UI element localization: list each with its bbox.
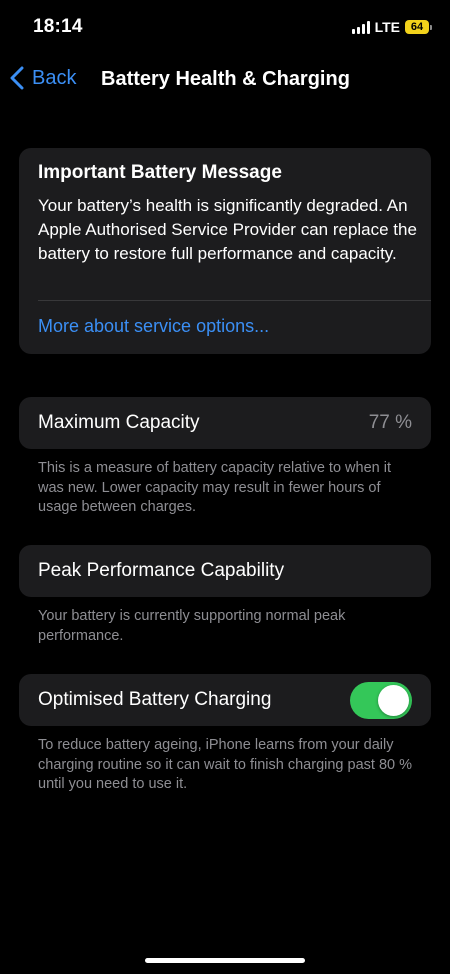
optimised-charging-toggle[interactable] [350, 682, 412, 719]
chevron-left-icon [10, 66, 24, 90]
peak-performance-label: Peak Performance Capability [38, 560, 285, 581]
battery-cap [430, 24, 432, 30]
status-indicators: LTE 64 [351, 19, 432, 35]
optimised-charging-note: To reduce battery ageing, iPhone learns … [38, 737, 412, 792]
service-options-link[interactable]: More about service options... [38, 316, 269, 337]
navigation-bar: Back Battery Health & Charging [0, 56, 450, 104]
peak-performance-row[interactable]: Peak Performance Capability [19, 545, 431, 597]
message-divider [38, 300, 431, 301]
battery-level: 64 [405, 20, 429, 34]
home-indicator[interactable] [145, 958, 305, 963]
page-title: Battery Health & Charging [101, 68, 350, 90]
maximum-capacity-label: Maximum Capacity [38, 412, 200, 433]
maximum-capacity-note: This is a measure of battery capacity re… [38, 460, 391, 515]
optimised-charging-row: Optimised Battery Charging [19, 674, 431, 726]
network-type-label: LTE [374, 19, 400, 35]
status-bar: 18:14 LTE 64 [0, 0, 450, 56]
peak-performance-note: Your battery is currently supporting nor… [38, 608, 346, 644]
back-button-label: Back [32, 66, 77, 89]
status-time: 18:14 [33, 16, 83, 37]
cellular-signal-icon [351, 20, 370, 34]
maximum-capacity-value: 77 % [368, 412, 412, 433]
message-title: Important Battery Message [38, 162, 282, 183]
optimised-charging-label: Optimised Battery Charging [38, 689, 272, 710]
battery-message-card: Important Battery Message Your battery’s… [19, 148, 431, 354]
back-button[interactable]: Back [10, 66, 76, 90]
battery-icon: 64 [405, 20, 432, 34]
message-body: Your battery’s health is significantly d… [38, 196, 417, 263]
maximum-capacity-row: Maximum Capacity 77 % [19, 397, 431, 449]
toggle-knob [378, 685, 409, 716]
